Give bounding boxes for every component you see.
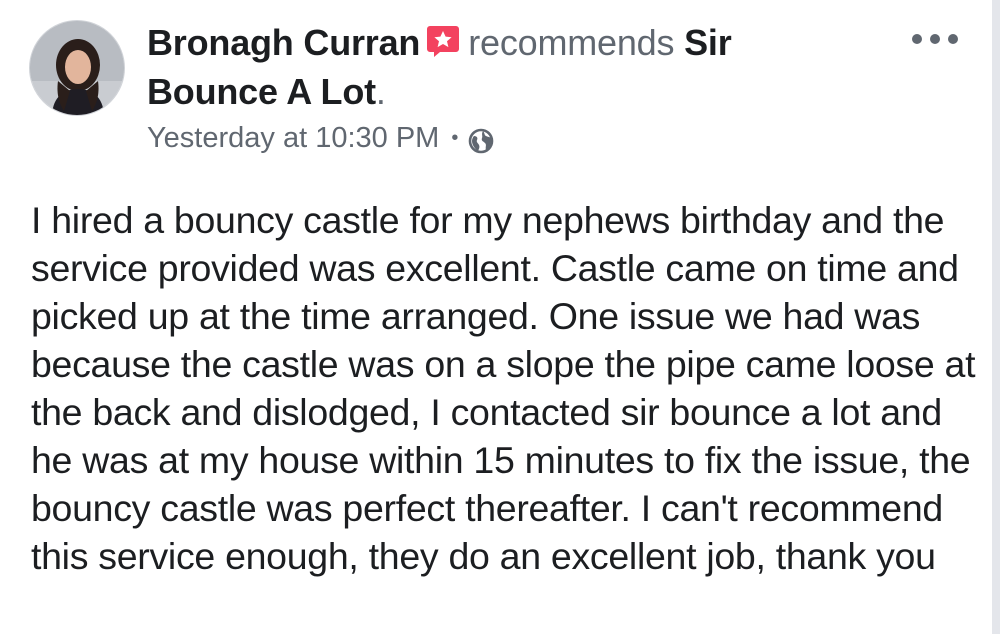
post-body: I hired a bouncy castle for my nephews b… — [31, 199, 976, 577]
page-name-suffix: . — [375, 71, 386, 112]
globe-icon[interactable] — [468, 125, 494, 154]
post-header: Bronagh Curran recommends Sir Bounce A Lo… — [147, 20, 847, 115]
more-dot — [948, 34, 958, 44]
meta-separator: • — [451, 127, 459, 149]
more-dot — [930, 34, 940, 44]
right-edge-divider — [992, 0, 1000, 634]
more-dot — [912, 34, 922, 44]
author-name-link[interactable]: Bronagh Curran — [147, 22, 420, 63]
action-verb: recommends — [468, 22, 675, 63]
more-options-icon[interactable] — [912, 28, 958, 50]
post-meta: Yesterday at 10:30 PM • — [147, 118, 494, 158]
avatar[interactable] — [29, 20, 125, 116]
recommendation-star-icon — [426, 23, 460, 69]
timestamp-link[interactable]: Yesterday at 10:30 PM — [147, 118, 439, 158]
